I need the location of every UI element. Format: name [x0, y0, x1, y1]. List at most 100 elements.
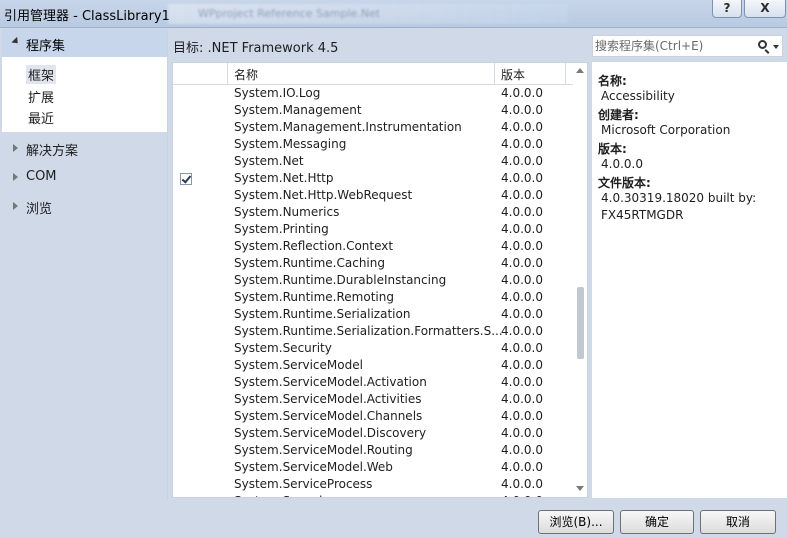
- table-row[interactable]: System.Runtime.Serialization.Formatters.…: [173, 323, 573, 340]
- row-version: 4.0.0.0: [501, 222, 543, 236]
- table-row[interactable]: System.Management.Instrumentation 4.0.0.0: [173, 119, 573, 136]
- table-row[interactable]: System.Messaging 4.0.0.0: [173, 136, 573, 153]
- table-row[interactable]: System.ServiceModel.Discovery 4.0.0.0: [173, 425, 573, 442]
- table-row[interactable]: System.Runtime.Caching 4.0.0.0: [173, 255, 573, 272]
- row-name: System.Messaging: [234, 137, 347, 151]
- column-header-name-label: 名称: [234, 68, 259, 82]
- table-row[interactable]: System.ServiceModel.Activities 4.0.0.0: [173, 391, 573, 408]
- row-version: 4.0.0.0: [501, 205, 543, 219]
- expanded-triangle-icon: [11, 36, 21, 47]
- row-version: 4.0.0.0: [501, 239, 543, 253]
- table-row[interactable]: System.ServiceModel 4.0.0.0: [173, 357, 573, 374]
- row-version: 4.0.0.0: [501, 120, 543, 134]
- nav-section-assemblies[interactable]: 程序集: [2, 29, 167, 57]
- nav-category-com[interactable]: COM: [2, 166, 167, 188]
- table-row[interactable]: System.Security 4.0.0.0: [173, 340, 573, 357]
- row-name: System.ServiceModel.Web: [234, 460, 393, 474]
- nav-section-label: 程序集: [26, 39, 66, 54]
- table-row[interactable]: System.Runtime.DurableInstancing 4.0.0.0: [173, 272, 573, 289]
- row-name: System.ServiceModel.Activities: [234, 392, 422, 406]
- detail-creator-label: 创建者:: [598, 108, 639, 122]
- nav-sub-items: 框架 扩展 最近: [2, 57, 167, 132]
- row-checkbox[interactable]: [180, 173, 192, 185]
- title-bar: 引用管理器 - ClassLibrary1 WPproject Referenc…: [0, 0, 787, 28]
- background-ghost: WPproject Reference Sample.Net: [168, 4, 568, 24]
- nav-item-recent[interactable]: 最近: [28, 108, 54, 127]
- table-row[interactable]: System.Printing 4.0.0.0: [173, 221, 573, 238]
- detail-panel: 名称: Accessibility 创建者: Microsoft Corpora…: [592, 62, 787, 498]
- list-rows: System.IO.Log 4.0.0.0 System.Management 4.0…: [173, 85, 573, 497]
- help-button[interactable]: ?: [712, 0, 742, 18]
- row-name: System.ServiceModel.Channels: [234, 409, 423, 423]
- nav-category-browse[interactable]: 浏览: [2, 195, 167, 217]
- row-name: System.Numerics: [234, 205, 340, 219]
- search-input[interactable]: [595, 37, 755, 55]
- collapsed-arrow-icon: [13, 173, 18, 181]
- row-name: System.Runtime.Serialization: [234, 307, 411, 321]
- nav-category-solution[interactable]: 解决方案: [2, 137, 167, 159]
- collapsed-arrow-icon: [13, 144, 18, 152]
- nav-category-label: COM: [26, 169, 57, 184]
- scroll-down-arrow-icon[interactable]: [576, 486, 584, 491]
- row-version: 4.0.0.0: [501, 460, 543, 474]
- row-name: System.ServiceModel.Routing: [234, 443, 413, 457]
- table-row[interactable]: System.Numerics 4.0.0.0: [173, 204, 573, 221]
- row-name: System.ServiceModel: [234, 358, 363, 372]
- table-row[interactable]: System.ServiceModel.Activation 4.0.0.0: [173, 374, 573, 391]
- table-row[interactable]: System.Net 4.0.0.0: [173, 153, 573, 170]
- nav-item-framework[interactable]: 框架: [26, 65, 57, 84]
- row-name: System.Management: [234, 103, 362, 117]
- table-row[interactable]: System.Speech 4.0.0.0: [173, 493, 573, 497]
- row-version: 4.0.0.0: [501, 307, 543, 321]
- table-row[interactable]: System.Runtime.Remoting 4.0.0.0: [173, 289, 573, 306]
- row-name: System.Printing: [234, 222, 329, 236]
- row-version: 4.0.0.0: [501, 358, 543, 372]
- row-version: 4.0.0.0: [501, 290, 543, 304]
- row-version: 4.0.0.0: [501, 494, 543, 497]
- table-row[interactable]: System.Net.Http.WebRequest 4.0.0.0: [173, 187, 573, 204]
- column-header-check[interactable]: [173, 63, 228, 85]
- background-ghost-text: WPproject Reference Sample.Net: [198, 7, 381, 20]
- cancel-button[interactable]: 取消: [700, 510, 776, 534]
- nav-category-label: 浏览: [26, 202, 53, 217]
- table-row[interactable]: System.Management 4.0.0.0: [173, 102, 573, 119]
- chevron-down-icon[interactable]: [773, 45, 779, 49]
- collapsed-arrow-icon: [13, 202, 18, 210]
- row-version: 4.0.0.0: [501, 392, 543, 406]
- row-version: 4.0.0.0: [501, 188, 543, 202]
- scrollbar-thumb[interactable]: [577, 287, 584, 359]
- nav-item-extensions[interactable]: 扩展: [28, 87, 54, 106]
- row-name: System.IO.Log: [234, 86, 321, 100]
- table-row[interactable]: System.ServiceProcess 4.0.0.0: [173, 476, 573, 493]
- table-row[interactable]: System.IO.Log 4.0.0.0: [173, 85, 573, 102]
- row-name: System.ServiceProcess: [234, 477, 373, 491]
- search-box[interactable]: [592, 35, 783, 57]
- detail-version-value: 4.0.0.0: [601, 157, 643, 171]
- scroll-up-arrow-icon[interactable]: [576, 68, 584, 73]
- table-row[interactable]: System.ServiceModel.Routing 4.0.0.0: [173, 442, 573, 459]
- search-icon[interactable]: [758, 40, 767, 49]
- detail-file-version-label: 文件版本:: [598, 176, 651, 190]
- column-header-version[interactable]: 版本: [496, 63, 566, 85]
- detail-name-label: 名称:: [598, 74, 627, 88]
- row-name: System.Reflection.Context: [234, 239, 394, 253]
- close-button[interactable]: X: [744, 0, 786, 18]
- left-nav: 程序集 框架 扩展 最近 解决方案 COM 浏览: [2, 29, 168, 500]
- row-version: 4.0.0.0: [501, 256, 543, 270]
- table-row[interactable]: System.ServiceModel.Channels 4.0.0.0: [173, 408, 573, 425]
- row-version: 4.0.0.0: [501, 341, 543, 355]
- row-name: System.Net: [234, 154, 304, 168]
- column-header-name[interactable]: 名称: [229, 63, 495, 85]
- ok-button[interactable]: 确定: [620, 510, 694, 534]
- table-row[interactable]: System.Runtime.Serialization 4.0.0.0: [173, 306, 573, 323]
- detail-version-label: 版本:: [598, 142, 627, 156]
- table-row[interactable]: System.Reflection.Context 4.0.0.0: [173, 238, 573, 255]
- row-name: System.Runtime.Caching: [234, 256, 385, 270]
- table-row[interactable]: System.ServiceModel.Web 4.0.0.0: [173, 459, 573, 476]
- browse-button[interactable]: 浏览(B)...: [538, 510, 614, 534]
- nav-category-label: 解决方案: [26, 144, 79, 159]
- list-scrollbar[interactable]: [573, 63, 587, 497]
- assembly-list: 名称 版本 System.IO.Log 4.0.0.0 System.Managem…: [172, 62, 588, 498]
- table-row[interactable]: System.Net.Http 4.0.0.0: [173, 170, 573, 187]
- row-name: System.Runtime.Serialization.Formatters.…: [234, 324, 503, 338]
